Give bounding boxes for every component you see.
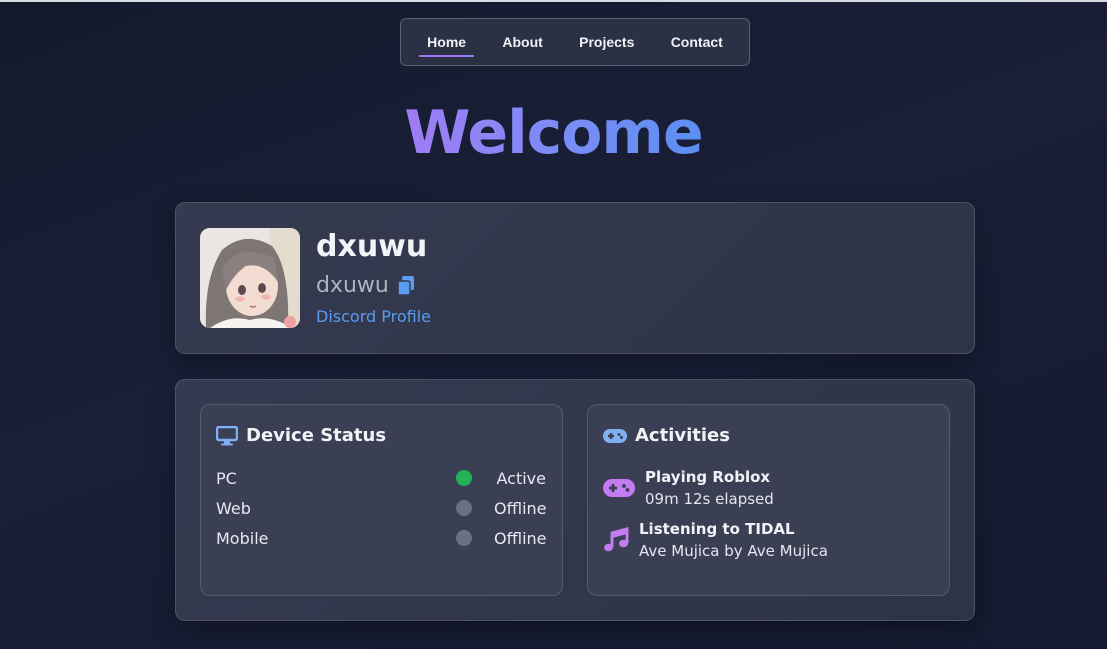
device-state: Offline — [494, 528, 547, 548]
device-status-header: Device Status — [216, 425, 386, 446]
avatar-image — [200, 228, 300, 328]
status-dot-active — [456, 470, 472, 486]
top-nav: Home About Projects Contact — [400, 18, 750, 66]
welcome-heading: Welcome — [0, 90, 1107, 176]
activity-text: Playing Roblox 09m 12s elapsed — [645, 466, 774, 510]
device-name: Web — [216, 498, 251, 518]
activities-title: Activities — [635, 425, 730, 446]
activity-detail: 09m 12s elapsed — [645, 490, 774, 508]
gamepad-icon — [603, 479, 635, 497]
nav-home[interactable]: Home — [419, 28, 474, 57]
copy-icon[interactable] — [397, 275, 415, 296]
device-name: Mobile — [216, 528, 269, 548]
display-name: dxuwu — [316, 229, 428, 264]
monitor-icon — [216, 425, 238, 445]
status-card: Device Status PC Active Web Offline Mobi… — [175, 379, 975, 621]
device-status-panel: Device Status PC Active Web Offline Mobi… — [200, 404, 563, 596]
activities-header: Activities — [603, 425, 730, 446]
discord-profile-link[interactable]: Discord Profile — [316, 307, 431, 326]
activity-detail: Ave Mujica by Ave Mujica — [639, 542, 828, 560]
avatar — [200, 228, 300, 328]
device-state: Active — [496, 468, 547, 488]
activity-item: Playing Roblox 09m 12s elapsed — [603, 466, 774, 510]
nav-about[interactable]: About — [494, 28, 550, 56]
activity-title: Playing Roblox — [645, 468, 771, 486]
device-row-pc: PC Active — [216, 466, 546, 490]
username: dxuwu — [316, 273, 389, 298]
music-note-icon — [604, 527, 629, 552]
activity-title: Listening to TIDAL — [639, 520, 795, 538]
nav-contact[interactable]: Contact — [663, 28, 731, 56]
profile-card: dxuwu dxuwu Discord Profile — [175, 202, 975, 354]
nav-projects[interactable]: Projects — [571, 28, 642, 56]
status-dot-offline — [456, 530, 472, 546]
device-status-title: Device Status — [246, 425, 387, 446]
gamepad-icon — [603, 428, 627, 443]
device-row-web: Web Offline — [216, 496, 547, 520]
activity-text: Listening to TIDAL Ave Mujica by Ave Muj… — [639, 518, 828, 562]
activity-item: Listening to TIDAL Ave Mujica by Ave Muj… — [603, 518, 828, 562]
device-name: PC — [216, 468, 237, 488]
device-row-mobile: Mobile Offline — [216, 526, 547, 550]
status-dot-offline — [456, 500, 472, 516]
username-row: dxuwu — [316, 273, 415, 298]
welcome-text: Welcome — [404, 98, 703, 168]
device-state: Offline — [494, 498, 547, 518]
activities-panel: Activities Playing Roblox 09m 12s elapse… — [587, 404, 950, 596]
